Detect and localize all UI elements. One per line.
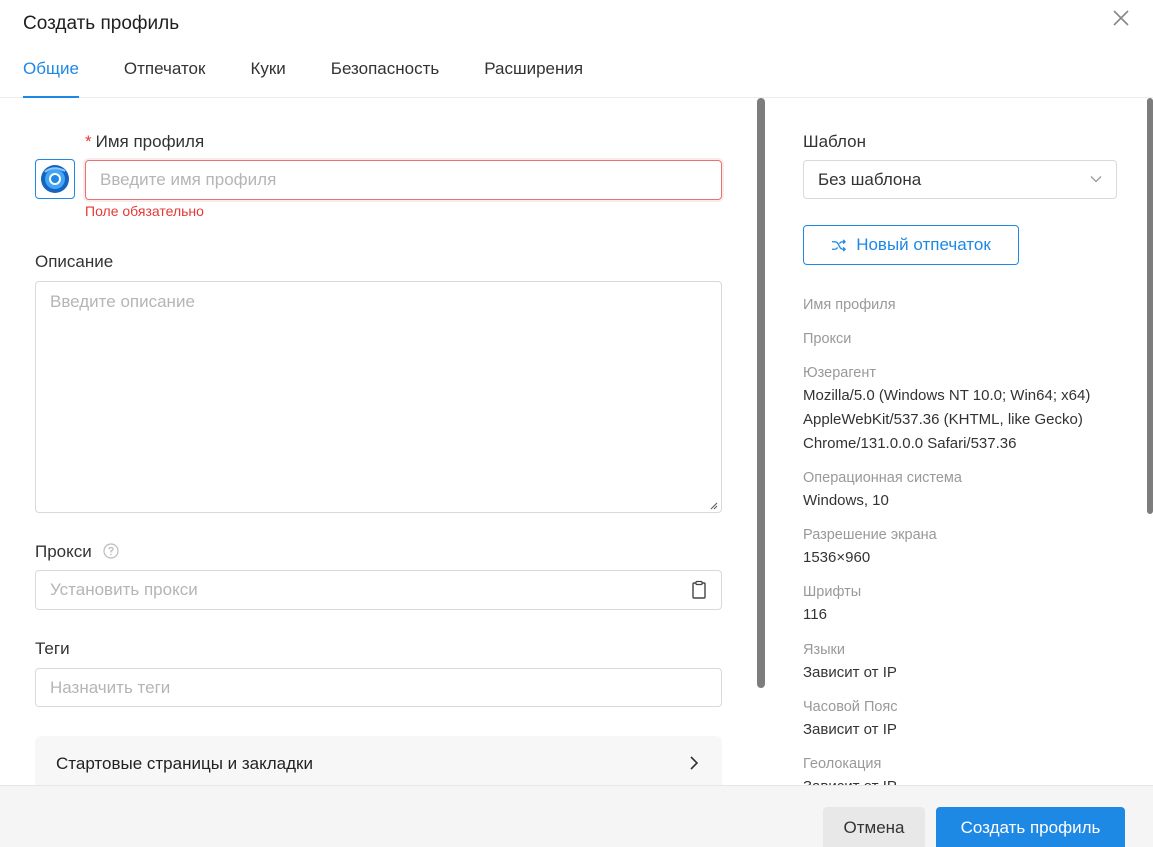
tab-security[interactable]: Безопасность [331, 58, 439, 98]
summary-label: Языки [803, 642, 845, 658]
help-icon[interactable] [102, 543, 119, 559]
start-pages-label: Стартовые страницы и закладки [56, 754, 313, 773]
clipboard-icon[interactable] [690, 580, 708, 600]
browser-logo-icon [41, 165, 69, 193]
tab-extensions[interactable]: Расширения [484, 58, 583, 98]
summary-item: Языки Зависит от IP [803, 639, 1143, 685]
summary-label: Часовой Пояс [803, 699, 898, 715]
description-label: Описание [35, 252, 114, 271]
create-profile-button[interactable]: Создать профиль [936, 807, 1125, 847]
summary-label: Юзерагент [803, 365, 877, 381]
summary-item: Разрешение экрана 1536×960 [803, 524, 1143, 570]
tab-fingerprint[interactable]: Отпечаток [124, 58, 206, 98]
summary-value: 116 [803, 606, 827, 623]
profile-name-label-text: Имя профиля [95, 132, 205, 151]
general-form: *Имя профиля Поле обязательно Описание П… [0, 99, 757, 785]
proxy-input[interactable] [35, 570, 722, 610]
dialog-footer: Отмена Создать профиль [0, 785, 1153, 847]
summary-item: Юзерагент Mozilla/5.0 (Windows NT 10.0; … [803, 362, 1143, 456]
summary-value: Зависит от IP [803, 775, 1143, 785]
summary-item: Шрифты 116 [803, 581, 1143, 627]
right-scrollbar[interactable] [1147, 98, 1153, 514]
dialog-title: Создать профиль [23, 13, 180, 34]
new-fingerprint-button[interactable]: Новый отпечаток [803, 225, 1019, 265]
summary-item: Имя профиля [803, 294, 1143, 316]
template-label: Шаблон [803, 132, 866, 151]
new-fingerprint-label: Новый отпечаток [856, 235, 991, 254]
tags-label: Теги [35, 639, 70, 658]
start-pages-section[interactable]: Стартовые страницы и закладки [35, 736, 722, 785]
shuffle-icon [832, 238, 847, 252]
tab-general[interactable]: Общие [23, 58, 79, 98]
summary-label: Имя профиля [803, 297, 896, 313]
summary-label: Шрифты [803, 584, 862, 600]
tags-input[interactable] [35, 668, 722, 707]
required-mark: * [85, 132, 92, 151]
summary-label: Операционная система [803, 470, 962, 486]
proxy-label: Прокси [35, 542, 119, 562]
profile-summary: Шаблон Без шаблона Новый отпечаток Имя п… [766, 99, 1153, 785]
tab-cookies[interactable]: Куки [250, 58, 285, 98]
summary-label: Разрешение экрана [803, 527, 937, 543]
summary-item: Часовой Пояс Зависит от IP [803, 696, 1143, 742]
close-icon[interactable] [1109, 6, 1133, 30]
proxy-label-text: Прокси [35, 542, 92, 561]
profile-name-error: Поле обязательно [85, 203, 204, 219]
summary-value: Windows, 10 [803, 492, 889, 509]
chevron-down-icon [1090, 176, 1102, 183]
template-value: Без шаблона [818, 170, 922, 189]
cancel-button[interactable]: Отмена [823, 807, 925, 847]
left-scrollbar[interactable] [757, 98, 765, 688]
summary-value: Зависит от IP [803, 721, 897, 738]
summary-item: Прокси [803, 328, 1143, 350]
summary-value: Зависит от IP [803, 664, 897, 681]
summary-item: Геолокация Зависит от IP [803, 753, 1143, 785]
summary-label: Геолокация [803, 756, 882, 772]
summary-value: 1536×960 [803, 549, 871, 566]
template-select[interactable]: Без шаблона [803, 160, 1117, 199]
resize-grip-icon[interactable] [708, 500, 718, 510]
browser-avatar[interactable] [35, 159, 75, 199]
description-textarea[interactable] [35, 281, 722, 513]
summary-value: Mozilla/5.0 (Windows NT 10.0; Win64; x64… [803, 387, 1091, 452]
profile-name-label: * Имя профиля [85, 132, 204, 152]
summary-label: Прокси [803, 331, 852, 347]
chevron-right-icon [690, 756, 699, 770]
profile-name-input[interactable] [85, 160, 722, 200]
tab-bar: Общие Отпечаток Куки Безопасность Расшир… [23, 58, 628, 98]
dialog-header: Создать профиль Общие Отпечаток Куки Без… [0, 0, 1153, 98]
summary-item: Операционная система Windows, 10 [803, 467, 1143, 513]
